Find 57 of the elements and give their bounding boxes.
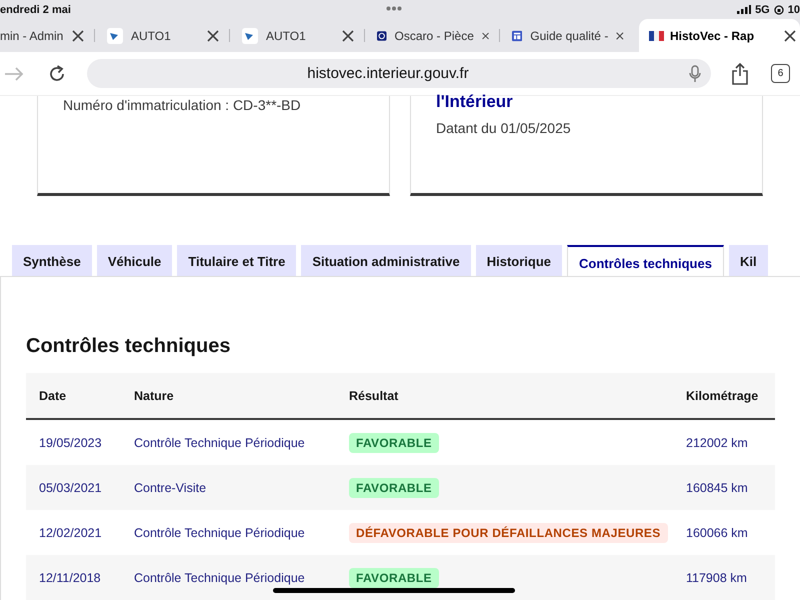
tab-count-button[interactable]: 6	[771, 64, 790, 84]
date-cell-text: 12/11/2018	[39, 570, 102, 584]
section-title: Contrôles techniques	[26, 335, 232, 358]
result-badge: FAVORABLE	[349, 478, 439, 498]
close-icon[interactable]	[482, 30, 489, 42]
nature-cell-text: Contre-Visite	[134, 480, 208, 494]
arrow-logo-icon	[107, 28, 123, 44]
result-badge: FAVORABLE	[349, 432, 439, 452]
close-icon[interactable]	[342, 30, 354, 42]
column-header: Date	[39, 388, 68, 402]
section-tab[interactable]: Historique	[476, 244, 562, 276]
close-icon[interactable]	[72, 30, 84, 42]
date-cell-text: 05/03/2021	[39, 480, 103, 494]
microphone-icon[interactable]	[689, 64, 701, 83]
column-header: Kilométrage	[686, 388, 760, 402]
browser-tab[interactable]: Guide qualité -	[500, 19, 634, 52]
share-icon[interactable]	[731, 62, 749, 85]
mileage-cell-text: 160845 km	[686, 480, 749, 494]
battery-percent: 10	[788, 4, 800, 16]
browser-tab[interactable]: AUTO1	[95, 19, 229, 52]
section-tab[interactable]: Synthèse	[12, 244, 92, 276]
nature-cell-text: Contrôle Technique Périodique	[134, 436, 306, 450]
browser-tab[interactable]: Oscaro - Pièce	[365, 19, 499, 52]
column-header: Nature	[134, 388, 175, 402]
browser-tab[interactable]: HistoVec - Rap	[639, 19, 800, 52]
status-date: endredi 2 mai	[0, 4, 71, 16]
result-badge: DÉFAVORABLE POUR DÉFAILLANCES MAJEURES	[349, 522, 668, 542]
section-tab[interactable]: Véhicule	[96, 244, 172, 276]
card-text: Numéro d'immatriculation : CD-3**-BD	[63, 97, 302, 114]
signal-icon	[737, 5, 752, 14]
section-tab[interactable]: Kil	[728, 244, 768, 276]
mileage-cell-text: 117908 km	[686, 570, 748, 584]
nature-cell-text: Contrôle Technique Périodique	[134, 570, 306, 584]
browser-tab[interactable]: AUTO1	[230, 19, 364, 52]
address-field[interactable]: histovec.interieur.gouv.fr	[87, 59, 711, 88]
close-icon[interactable]	[616, 30, 624, 42]
mileage-cell-text: 160066 km	[686, 526, 749, 540]
section-tab[interactable]: Contrôles techniques	[567, 244, 724, 276]
section-tab[interactable]: Situation administrative	[301, 244, 471, 276]
more-dots-icon	[386, 6, 402, 11]
rotation-lock-icon	[774, 4, 784, 15]
result-badge: FAVORABLE	[349, 568, 439, 588]
close-icon[interactable]	[207, 30, 219, 42]
card-heading: l'Intérieur	[436, 92, 514, 112]
column-header: Résultat	[349, 388, 400, 402]
reload-icon[interactable]	[47, 64, 67, 84]
arrow-logo-icon	[242, 28, 258, 44]
mileage-cell-text: 212002 km	[686, 436, 749, 450]
date-cell-text: 19/05/2023	[39, 436, 103, 450]
date-cell-text: 12/02/2021	[39, 526, 103, 540]
close-icon[interactable]	[784, 30, 796, 42]
network-label: 5G	[755, 4, 770, 16]
nature-cell-text: Contrôle Technique Périodique	[134, 526, 306, 540]
section-tab[interactable]: Titulaire et Titre	[177, 244, 296, 276]
browser-tab[interactable]: min - Admin	[0, 19, 94, 52]
flag-icon	[649, 30, 664, 41]
card-text: Datant du 01/05/2025	[436, 120, 572, 136]
